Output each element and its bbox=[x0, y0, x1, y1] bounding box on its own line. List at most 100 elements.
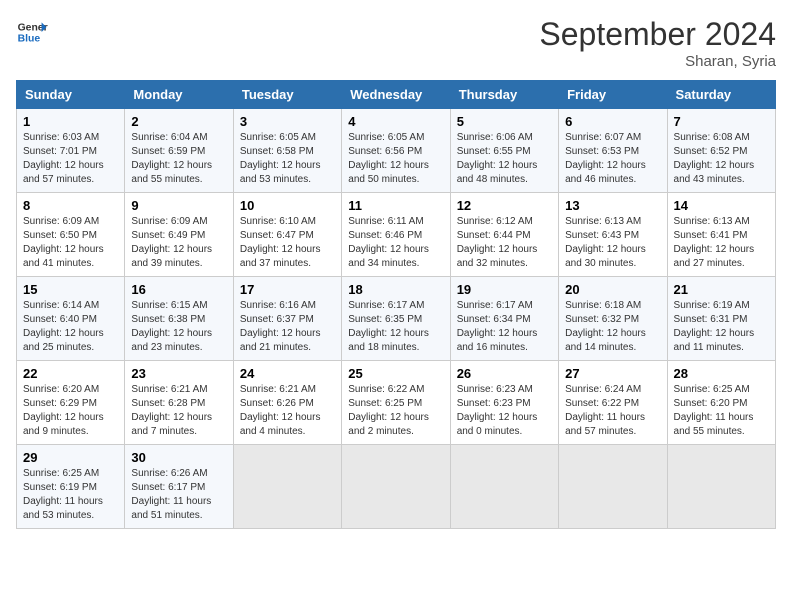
day-info: Sunrise: 6:22 AMSunset: 6:25 PMDaylight:… bbox=[348, 384, 429, 437]
day-number: 11 bbox=[348, 198, 443, 213]
calendar-cell bbox=[667, 445, 775, 529]
day-info: Sunrise: 6:13 AMSunset: 6:41 PMDaylight:… bbox=[674, 216, 755, 269]
day-number: 24 bbox=[240, 366, 335, 381]
logo-icon: General Blue bbox=[16, 16, 48, 48]
day-number: 9 bbox=[131, 198, 226, 213]
day-number: 6 bbox=[565, 114, 660, 129]
calendar-cell: 5 Sunrise: 6:06 AMSunset: 6:55 PMDayligh… bbox=[450, 109, 558, 193]
calendar-cell bbox=[559, 445, 667, 529]
day-info: Sunrise: 6:11 AMSunset: 6:46 PMDaylight:… bbox=[348, 216, 429, 269]
calendar-cell: 23 Sunrise: 6:21 AMSunset: 6:28 PMDaylig… bbox=[125, 361, 233, 445]
day-number: 3 bbox=[240, 114, 335, 129]
month-year: September 2024 bbox=[539, 16, 776, 53]
calendar-cell: 15 Sunrise: 6:14 AMSunset: 6:40 PMDaylig… bbox=[17, 277, 125, 361]
calendar-cell: 16 Sunrise: 6:15 AMSunset: 6:38 PMDaylig… bbox=[125, 277, 233, 361]
day-number: 5 bbox=[457, 114, 552, 129]
day-number: 8 bbox=[23, 198, 118, 213]
weekday-header-tuesday: Tuesday bbox=[233, 81, 341, 109]
logo: General Blue bbox=[16, 16, 48, 48]
calendar-cell bbox=[233, 445, 341, 529]
calendar-week-4: 22 Sunrise: 6:20 AMSunset: 6:29 PMDaylig… bbox=[17, 361, 776, 445]
day-info: Sunrise: 6:26 AMSunset: 6:17 PMDaylight:… bbox=[131, 468, 211, 521]
day-number: 7 bbox=[674, 114, 769, 129]
calendar-cell: 9 Sunrise: 6:09 AMSunset: 6:49 PMDayligh… bbox=[125, 193, 233, 277]
calendar-cell: 30 Sunrise: 6:26 AMSunset: 6:17 PMDaylig… bbox=[125, 445, 233, 529]
day-number: 12 bbox=[457, 198, 552, 213]
day-number: 14 bbox=[674, 198, 769, 213]
day-info: Sunrise: 6:25 AMSunset: 6:20 PMDaylight:… bbox=[674, 384, 754, 437]
calendar-cell: 3 Sunrise: 6:05 AMSunset: 6:58 PMDayligh… bbox=[233, 109, 341, 193]
calendar-cell: 13 Sunrise: 6:13 AMSunset: 6:43 PMDaylig… bbox=[559, 193, 667, 277]
calendar-cell: 7 Sunrise: 6:08 AMSunset: 6:52 PMDayligh… bbox=[667, 109, 775, 193]
calendar-table: SundayMondayTuesdayWednesdayThursdayFrid… bbox=[16, 80, 776, 529]
calendar-cell: 21 Sunrise: 6:19 AMSunset: 6:31 PMDaylig… bbox=[667, 277, 775, 361]
day-info: Sunrise: 6:13 AMSunset: 6:43 PMDaylight:… bbox=[565, 216, 646, 269]
day-number: 28 bbox=[674, 366, 769, 381]
calendar-cell bbox=[450, 445, 558, 529]
location: Sharan, Syria bbox=[539, 53, 776, 70]
calendar-week-5: 29 Sunrise: 6:25 AMSunset: 6:19 PMDaylig… bbox=[17, 445, 776, 529]
calendar-cell: 28 Sunrise: 6:25 AMSunset: 6:20 PMDaylig… bbox=[667, 361, 775, 445]
weekday-header-saturday: Saturday bbox=[667, 81, 775, 109]
calendar-cell: 25 Sunrise: 6:22 AMSunset: 6:25 PMDaylig… bbox=[342, 361, 450, 445]
day-number: 26 bbox=[457, 366, 552, 381]
title-block: September 2024 Sharan, Syria bbox=[539, 16, 776, 70]
weekday-header-friday: Friday bbox=[559, 81, 667, 109]
calendar-cell: 6 Sunrise: 6:07 AMSunset: 6:53 PMDayligh… bbox=[559, 109, 667, 193]
day-number: 29 bbox=[23, 450, 118, 465]
day-info: Sunrise: 6:06 AMSunset: 6:55 PMDaylight:… bbox=[457, 132, 538, 185]
day-number: 18 bbox=[348, 282, 443, 297]
calendar-cell: 19 Sunrise: 6:17 AMSunset: 6:34 PMDaylig… bbox=[450, 277, 558, 361]
day-info: Sunrise: 6:04 AMSunset: 6:59 PMDaylight:… bbox=[131, 132, 212, 185]
day-number: 19 bbox=[457, 282, 552, 297]
calendar-cell: 4 Sunrise: 6:05 AMSunset: 6:56 PMDayligh… bbox=[342, 109, 450, 193]
calendar-cell: 29 Sunrise: 6:25 AMSunset: 6:19 PMDaylig… bbox=[17, 445, 125, 529]
day-number: 17 bbox=[240, 282, 335, 297]
day-number: 13 bbox=[565, 198, 660, 213]
calendar-cell: 11 Sunrise: 6:11 AMSunset: 6:46 PMDaylig… bbox=[342, 193, 450, 277]
day-info: Sunrise: 6:24 AMSunset: 6:22 PMDaylight:… bbox=[565, 384, 645, 437]
day-info: Sunrise: 6:25 AMSunset: 6:19 PMDaylight:… bbox=[23, 468, 103, 521]
day-info: Sunrise: 6:19 AMSunset: 6:31 PMDaylight:… bbox=[674, 300, 755, 353]
day-info: Sunrise: 6:05 AMSunset: 6:56 PMDaylight:… bbox=[348, 132, 429, 185]
day-info: Sunrise: 6:17 AMSunset: 6:34 PMDaylight:… bbox=[457, 300, 538, 353]
calendar-cell: 8 Sunrise: 6:09 AMSunset: 6:50 PMDayligh… bbox=[17, 193, 125, 277]
calendar-week-3: 15 Sunrise: 6:14 AMSunset: 6:40 PMDaylig… bbox=[17, 277, 776, 361]
calendar-cell: 20 Sunrise: 6:18 AMSunset: 6:32 PMDaylig… bbox=[559, 277, 667, 361]
day-number: 27 bbox=[565, 366, 660, 381]
calendar-cell: 14 Sunrise: 6:13 AMSunset: 6:41 PMDaylig… bbox=[667, 193, 775, 277]
day-info: Sunrise: 6:10 AMSunset: 6:47 PMDaylight:… bbox=[240, 216, 321, 269]
weekday-header-sunday: Sunday bbox=[17, 81, 125, 109]
calendar-cell: 27 Sunrise: 6:24 AMSunset: 6:22 PMDaylig… bbox=[559, 361, 667, 445]
weekday-header-wednesday: Wednesday bbox=[342, 81, 450, 109]
day-number: 22 bbox=[23, 366, 118, 381]
day-info: Sunrise: 6:03 AMSunset: 7:01 PMDaylight:… bbox=[23, 132, 104, 185]
page-header: General Blue September 2024 Sharan, Syri… bbox=[16, 16, 776, 70]
weekday-header-monday: Monday bbox=[125, 81, 233, 109]
day-info: Sunrise: 6:09 AMSunset: 6:49 PMDaylight:… bbox=[131, 216, 212, 269]
calendar-cell: 2 Sunrise: 6:04 AMSunset: 6:59 PMDayligh… bbox=[125, 109, 233, 193]
day-number: 30 bbox=[131, 450, 226, 465]
calendar-cell: 10 Sunrise: 6:10 AMSunset: 6:47 PMDaylig… bbox=[233, 193, 341, 277]
calendar-week-1: 1 Sunrise: 6:03 AMSunset: 7:01 PMDayligh… bbox=[17, 109, 776, 193]
day-info: Sunrise: 6:09 AMSunset: 6:50 PMDaylight:… bbox=[23, 216, 104, 269]
day-info: Sunrise: 6:05 AMSunset: 6:58 PMDaylight:… bbox=[240, 132, 321, 185]
calendar-cell: 24 Sunrise: 6:21 AMSunset: 6:26 PMDaylig… bbox=[233, 361, 341, 445]
day-number: 16 bbox=[131, 282, 226, 297]
day-number: 20 bbox=[565, 282, 660, 297]
day-info: Sunrise: 6:18 AMSunset: 6:32 PMDaylight:… bbox=[565, 300, 646, 353]
day-info: Sunrise: 6:16 AMSunset: 6:37 PMDaylight:… bbox=[240, 300, 321, 353]
day-number: 23 bbox=[131, 366, 226, 381]
day-info: Sunrise: 6:23 AMSunset: 6:23 PMDaylight:… bbox=[457, 384, 538, 437]
day-info: Sunrise: 6:20 AMSunset: 6:29 PMDaylight:… bbox=[23, 384, 104, 437]
day-number: 15 bbox=[23, 282, 118, 297]
svg-text:Blue: Blue bbox=[18, 34, 41, 45]
calendar-cell bbox=[342, 445, 450, 529]
weekday-header-thursday: Thursday bbox=[450, 81, 558, 109]
day-info: Sunrise: 6:21 AMSunset: 6:28 PMDaylight:… bbox=[131, 384, 212, 437]
calendar-cell: 22 Sunrise: 6:20 AMSunset: 6:29 PMDaylig… bbox=[17, 361, 125, 445]
day-info: Sunrise: 6:07 AMSunset: 6:53 PMDaylight:… bbox=[565, 132, 646, 185]
day-number: 25 bbox=[348, 366, 443, 381]
day-number: 1 bbox=[23, 114, 118, 129]
calendar-cell: 17 Sunrise: 6:16 AMSunset: 6:37 PMDaylig… bbox=[233, 277, 341, 361]
